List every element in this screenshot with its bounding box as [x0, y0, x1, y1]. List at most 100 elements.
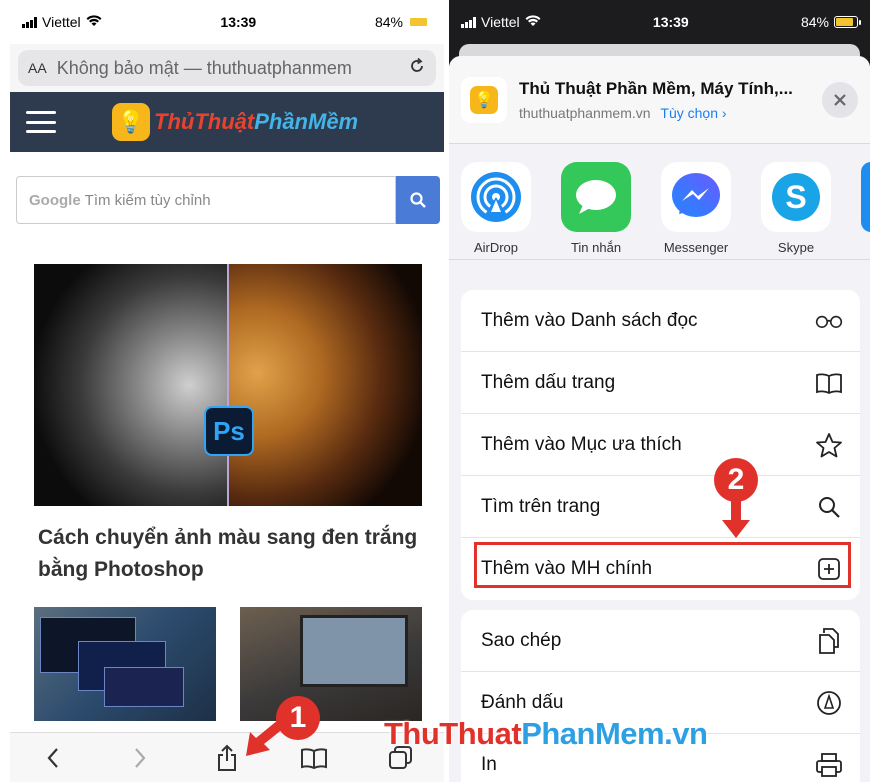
action-label: Thêm dấu trang — [481, 371, 616, 393]
share-sheet-header: 💡 Thủ Thuật Phần Mềm, Máy Tính,... thuth… — [449, 56, 870, 144]
watermark: ThuThuatPhanMem.vn — [384, 716, 708, 752]
battery-info: 84% — [375, 14, 432, 30]
action-label: Thêm vào Danh sách đọc — [481, 309, 698, 331]
glasses-icon — [814, 306, 844, 336]
back-button[interactable] — [33, 738, 73, 778]
battery-info-right: 84% — [800, 14, 861, 30]
status-bar-right: Viettel 13:39 84% — [449, 0, 870, 44]
app-label: Skype — [777, 240, 815, 255]
messages-icon — [561, 162, 631, 232]
action-add-bookmark[interactable]: Thêm dấu trang — [461, 352, 860, 414]
action-label: Sao chép — [481, 629, 562, 651]
action-label: Đánh dấu — [481, 691, 564, 713]
search-placeholder: Tìm kiếm tùy chỉnh — [84, 191, 211, 209]
search-input[interactable]: Google Tìm kiếm tùy chỉnh — [16, 176, 396, 224]
star-icon — [814, 430, 844, 460]
airdrop-icon — [461, 162, 531, 232]
bookmarks-button[interactable] — [294, 738, 334, 778]
action-find-on-page[interactable]: Tìm trên trang — [461, 476, 860, 538]
carrier-name-right: Viettel — [481, 14, 520, 30]
signal-icon — [461, 16, 476, 28]
site-favicon: 💡 — [461, 76, 507, 123]
book-icon — [814, 368, 844, 398]
clock: 13:39 — [220, 14, 257, 30]
app-label: Messenger — [663, 240, 729, 255]
app-more-partial[interactable] — [861, 162, 870, 259]
battery-percent-right: 84% — [800, 14, 829, 30]
carrier-info-right: Viettel — [461, 14, 541, 30]
watermark-part2: PhanMem — [521, 716, 665, 751]
google-brand: Google — [29, 191, 81, 209]
arrow-to-share-icon — [246, 720, 284, 756]
image-divider — [227, 264, 229, 506]
action-label: Tìm trên trang — [481, 495, 601, 517]
battery-icon — [407, 16, 432, 28]
site-logo[interactable]: 💡 ThủThuậtPhầnMềm — [112, 103, 358, 141]
wifi-icon — [86, 14, 102, 30]
video-call-screen — [300, 615, 408, 687]
markup-icon — [814, 688, 844, 718]
action-label: Thêm vào Mục ưa thích — [481, 433, 682, 455]
left-phone-safari: Viettel 13:39 84% AA Không bảo mật — thu… — [10, 0, 444, 782]
status-bar: Viettel 13:39 84% — [10, 0, 444, 44]
address-bar-area: AA Không bảo mật — thuthuatphanmem — [10, 44, 444, 92]
rose-grayscale-half — [34, 264, 228, 506]
thumbnail-2[interactable] — [240, 607, 422, 721]
app-skype[interactable]: S Skype — [761, 162, 831, 259]
sheet-backdrop — [459, 44, 860, 56]
watermark-part1: ThuThuat — [384, 716, 522, 751]
wifi-icon — [525, 14, 541, 30]
related-thumbnails — [34, 607, 422, 721]
logo-text-part2: PhầnMềm — [254, 109, 359, 134]
site-header: 💡 ThủThuậtPhầnMềm — [10, 92, 444, 152]
clock-right: 13:39 — [652, 14, 689, 30]
options-link[interactable]: Tùy chọn › — [660, 105, 726, 121]
carrier-info: Viettel — [22, 14, 102, 30]
share-apps-row: AirDrop Tin nhắn Messenger S Skype — [449, 144, 870, 260]
highlight-box-add-to-home — [474, 542, 851, 588]
chevron-right-icon — [135, 747, 146, 768]
chevron-left-icon — [47, 747, 59, 768]
article-hero-image[interactable]: Ps — [34, 264, 422, 506]
app-messages[interactable]: Tin nhắn — [561, 162, 631, 259]
search-button[interactable] — [396, 176, 440, 224]
reload-icon[interactable] — [408, 57, 426, 80]
rose-color-half — [228, 264, 422, 506]
share-subtitle: thuthuatphanmem.vn Tùy chọn › — [519, 105, 822, 121]
right-phone-share-sheet: Viettel 13:39 84% 💡 Thủ Thuật Phần Mềm, … — [449, 0, 870, 782]
book-icon — [300, 747, 327, 769]
search-icon — [410, 192, 426, 208]
skype-icon: S — [761, 162, 831, 232]
logo-text: ThủThuậtPhầnMềm — [154, 109, 358, 135]
action-add-favorites[interactable]: Thêm vào Mục ưa thích — [461, 414, 860, 476]
action-reading-list[interactable]: Thêm vào Danh sách đọc — [461, 290, 860, 352]
thumbnail-1[interactable] — [34, 607, 216, 721]
share-sheet: 💡 Thủ Thuật Phần Mềm, Máy Tính,... thuth… — [449, 56, 870, 782]
lightbulb-icon: 💡 — [470, 85, 498, 114]
svg-text:S: S — [785, 179, 806, 215]
logo-text-part1: ThủThuật — [154, 109, 255, 134]
action-copy[interactable]: Sao chép — [461, 610, 860, 672]
actions-group-2: Sao chép Đánh dấu In — [461, 610, 860, 782]
address-bar[interactable]: AA Không bảo mật — thuthuatphanmem — [18, 50, 436, 86]
share-title: Thủ Thuật Phần Mềm, Máy Tính,... — [519, 78, 793, 98]
share-icon — [217, 744, 236, 771]
messenger-icon — [661, 162, 731, 232]
battery-percent: 84% — [374, 14, 403, 30]
photoshop-logo-icon: Ps — [204, 406, 254, 456]
reader-options-button[interactable]: AA — [28, 60, 47, 76]
search-box: Google Tìm kiếm tùy chỉnh — [16, 176, 440, 224]
app-label: AirDrop — [473, 240, 519, 255]
hamburger-menu-icon[interactable] — [26, 111, 56, 133]
close-button[interactable] — [822, 81, 858, 118]
article-title[interactable]: Cách chuyển ảnh màu sang đen trắng bằng … — [38, 522, 420, 586]
app-airdrop[interactable]: AirDrop — [461, 162, 531, 259]
close-icon — [834, 93, 846, 106]
search-icon — [814, 492, 844, 522]
app-messenger[interactable]: Messenger — [661, 162, 731, 259]
share-domain: thuthuatphanmem.vn — [519, 104, 651, 121]
forward-button[interactable] — [120, 738, 160, 778]
url-text[interactable]: Không bảo mật — thuthuatphanmem — [57, 58, 398, 79]
share-info: Thủ Thuật Phần Mềm, Máy Tính,... thuthua… — [519, 79, 822, 121]
step-badge-2: 2 — [714, 458, 758, 502]
